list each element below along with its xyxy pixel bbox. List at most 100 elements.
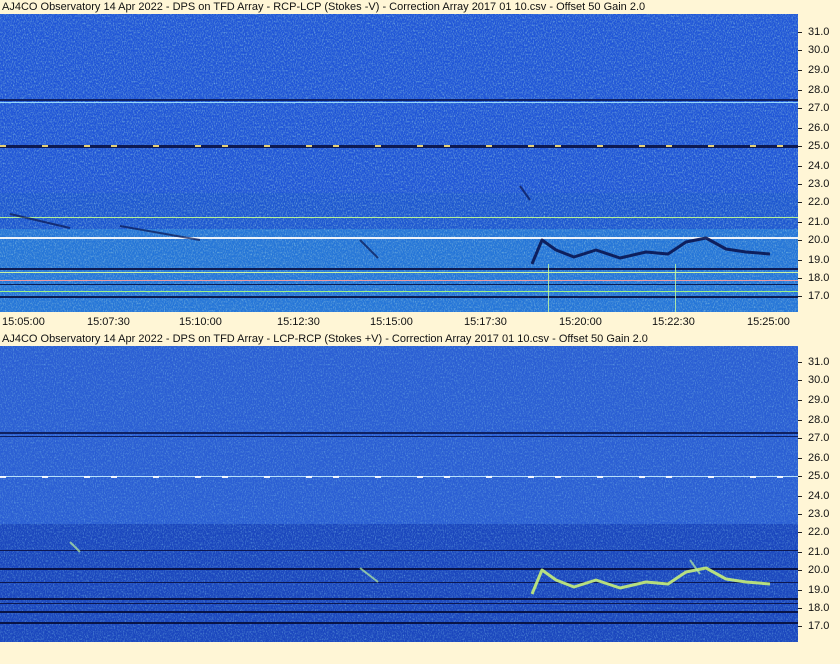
y-tick xyxy=(798,476,802,477)
y-tick xyxy=(798,570,802,571)
y-tick-label: 31.0 xyxy=(808,26,830,38)
footer-bar xyxy=(0,642,840,664)
x-tick-label: 15:12:30 xyxy=(277,316,320,328)
y-tick-label: 20.0 xyxy=(808,234,830,246)
y-tick-label: 29.0 xyxy=(808,394,830,406)
rfi-line xyxy=(0,280,798,281)
x-tick-label: 15:07:30 xyxy=(87,316,130,328)
y-tick xyxy=(798,260,802,261)
y-tick xyxy=(798,278,802,279)
y-tick xyxy=(798,146,802,147)
y-tick-label: 22.0 xyxy=(808,526,830,538)
y-tick xyxy=(798,438,802,439)
rfi-line xyxy=(0,598,798,600)
y-tick xyxy=(798,400,802,401)
y-tick xyxy=(798,496,802,497)
y-tick-label: 28.0 xyxy=(808,414,830,426)
y-tick xyxy=(798,420,802,421)
frequency-axis-bottom: 31.0 30.0 29.0 28.0 27.0 26.0 25.0 24.0 23.0 22.0… xyxy=(798,346,840,642)
y-tick xyxy=(798,50,802,51)
y-tick-label: 21.0 xyxy=(808,546,830,558)
y-tick-label: 17.0 xyxy=(808,620,830,632)
rfi-line xyxy=(0,432,798,434)
x-tick-label: 15:10:00 xyxy=(179,316,222,328)
y-tick xyxy=(798,222,802,223)
y-tick-label: 23.0 xyxy=(808,508,830,520)
rfi-line xyxy=(0,296,798,298)
y-tick xyxy=(798,184,802,185)
y-tick-label: 27.0 xyxy=(808,432,830,444)
rfi-line xyxy=(0,550,798,551)
rfi-line xyxy=(0,603,798,604)
y-tick xyxy=(798,458,802,459)
y-tick xyxy=(798,608,802,609)
y-tick-label: 26.0 xyxy=(808,452,830,464)
y-tick-label: 18.0 xyxy=(808,602,830,614)
rfi-line xyxy=(0,436,798,437)
rfi-line xyxy=(0,476,798,477)
rfi-line xyxy=(0,145,798,148)
spectrogram-canvas xyxy=(0,346,798,642)
x-tick-label: 15:17:30 xyxy=(464,316,507,328)
spectrogram-canvas xyxy=(0,14,798,312)
y-tick xyxy=(798,296,802,297)
y-tick-label: 26.0 xyxy=(808,122,830,134)
y-tick xyxy=(798,240,802,241)
y-tick-label: 28.0 xyxy=(808,84,830,96)
y-tick xyxy=(798,362,802,363)
y-tick xyxy=(798,32,802,33)
y-tick-label: 17.0 xyxy=(808,290,830,302)
rfi-line xyxy=(0,102,798,103)
y-tick-label: 19.0 xyxy=(808,254,830,266)
y-tick xyxy=(798,70,802,71)
y-tick-label: 23.0 xyxy=(808,178,830,190)
rfi-line xyxy=(0,237,798,239)
y-tick-label: 21.0 xyxy=(808,216,830,228)
rfi-line xyxy=(0,284,798,285)
y-tick-label: 29.0 xyxy=(808,64,830,76)
rfi-line xyxy=(0,611,798,613)
y-tick-label: 25.0 xyxy=(808,470,830,482)
frequency-axis-top: 31.0 30.0 29.0 28.0 27.0 26.0 25.0 24.0 23.0 22.0… xyxy=(798,14,840,312)
y-tick-label: 30.0 xyxy=(808,374,830,386)
panel-2-title: AJ4CO Observatory 14 Apr 2022 - DPS on T… xyxy=(2,333,648,345)
y-tick-label: 18.0 xyxy=(808,272,830,284)
time-axis-top: 15:05:00 15:07:30 15:10:00 15:12:30 15:15:00… xyxy=(0,313,840,331)
panel-1-title: AJ4CO Observatory 14 Apr 2022 - DPS on T… xyxy=(2,1,646,13)
y-tick xyxy=(798,532,802,533)
spectrogram-rcp-lcp[interactable] xyxy=(0,14,798,312)
y-tick xyxy=(798,108,802,109)
y-tick xyxy=(798,380,802,381)
y-tick xyxy=(798,552,802,553)
y-tick xyxy=(798,590,802,591)
y-tick-label: 24.0 xyxy=(808,160,830,172)
rfi-line xyxy=(0,217,798,218)
x-tick-label: 15:22:30 xyxy=(652,316,695,328)
y-tick-label: 19.0 xyxy=(808,584,830,596)
rfi-line xyxy=(0,272,798,273)
spectrogram-lcp-rcp[interactable] xyxy=(0,346,798,642)
y-tick xyxy=(798,514,802,515)
y-tick-label: 24.0 xyxy=(808,490,830,502)
y-tick xyxy=(798,90,802,91)
y-tick xyxy=(798,626,802,627)
y-tick xyxy=(798,166,802,167)
x-tick-label: 15:05:00 xyxy=(2,316,45,328)
x-tick-label: 15:15:00 xyxy=(370,316,413,328)
rfi-line xyxy=(0,568,798,570)
rfi-line xyxy=(0,582,798,583)
y-tick-label: 27.0 xyxy=(808,102,830,114)
rfi-line xyxy=(0,291,798,292)
y-tick xyxy=(798,202,802,203)
x-tick-label: 15:25:00 xyxy=(747,316,790,328)
y-tick xyxy=(798,128,802,129)
y-tick-label: 31.0 xyxy=(808,356,830,368)
rfi-line xyxy=(0,622,798,624)
y-tick-label: 22.0 xyxy=(808,196,830,208)
y-tick-label: 30.0 xyxy=(808,44,830,56)
rfi-line xyxy=(0,268,798,270)
y-tick-label: 20.0 xyxy=(808,564,830,576)
rfi-line xyxy=(0,99,798,101)
y-tick-label: 25.0 xyxy=(808,140,830,152)
x-tick-label: 15:20:00 xyxy=(559,316,602,328)
